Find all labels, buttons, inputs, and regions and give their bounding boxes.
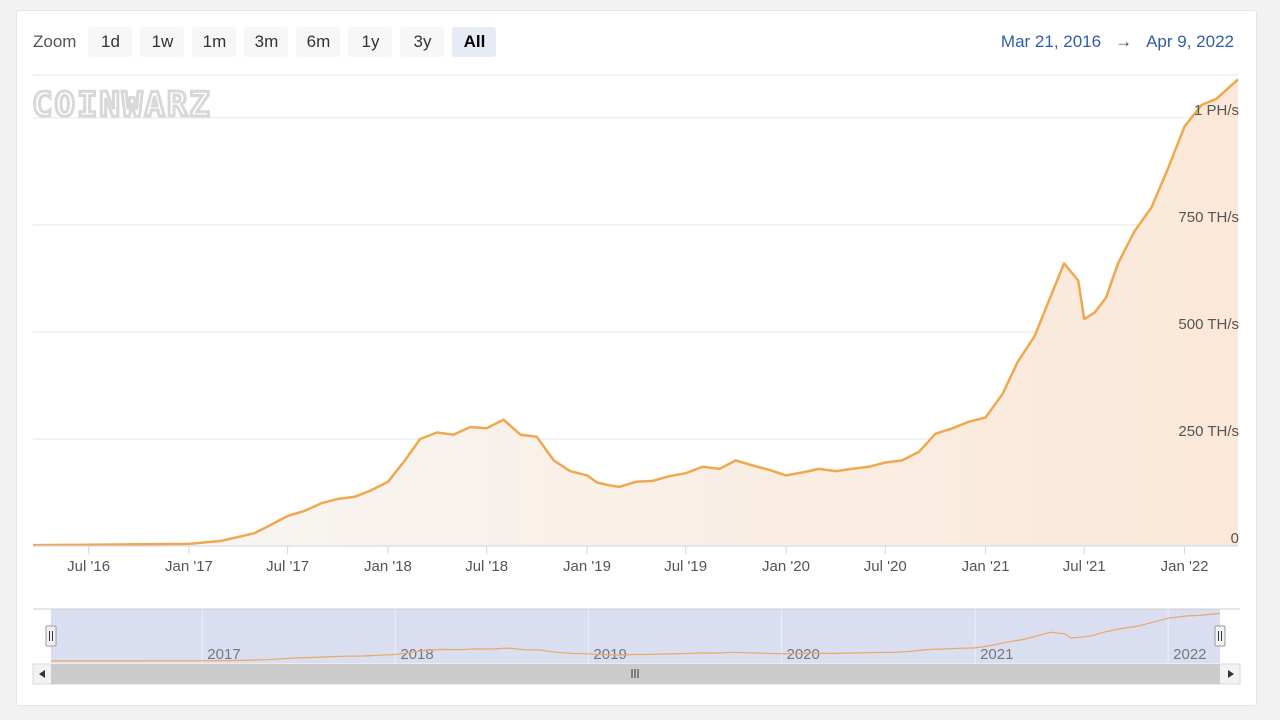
y-tick-label: 0 [1231, 530, 1239, 547]
x-axis: Jul '16 Jan '17 Jul '17 Jan '18 Jul '18 Jan '… [33, 545, 1238, 575]
navigator-year-label: 2020 [786, 646, 819, 663]
navigator-year-label: 2021 [980, 646, 1013, 663]
x-tick-label: Jul '16 [67, 558, 110, 575]
hashrate-chart: COINWARZ Jul '16 Jan '17 Jul '17 Jan '18 Jul… [31, 74, 1241, 685]
x-tick-label: Jan '20 [762, 558, 810, 575]
x-tick-label: Jan '17 [165, 558, 213, 575]
x-tick-label: Jan '18 [364, 558, 412, 575]
hashrate-area [33, 79, 1238, 547]
navigator-year-label: 2018 [400, 646, 433, 663]
navigator-left-handle[interactable] [45, 625, 57, 647]
y-tick-label: 250 TH/s [1178, 423, 1239, 440]
x-tick-label: Jan '19 [563, 558, 611, 575]
y-tick-label: 500 TH/s [1178, 316, 1239, 333]
plot-area [32, 78, 1239, 547]
x-tick-label: Jan '22 [1161, 558, 1209, 575]
y-tick-label: 1 PH/s [1194, 102, 1239, 119]
x-tick-label: Jul '19 [664, 558, 707, 575]
navigator-right-handle[interactable] [1214, 625, 1226, 647]
x-tick-label: Jul '17 [266, 558, 309, 575]
x-tick-label: Jul '18 [465, 558, 508, 575]
x-tick-label: Jul '21 [1063, 558, 1106, 575]
navigator-year-label: 2022 [1173, 646, 1206, 663]
navigator[interactable]: 2017 2018 2019 2020 2021 2022 [32, 608, 1241, 685]
x-tick-label: Jan '21 [962, 558, 1010, 575]
coinwarz-watermark: COINWARZ [32, 85, 212, 125]
x-tick-label: Jul '20 [864, 558, 907, 575]
y-tick-label: 750 TH/s [1178, 209, 1239, 226]
